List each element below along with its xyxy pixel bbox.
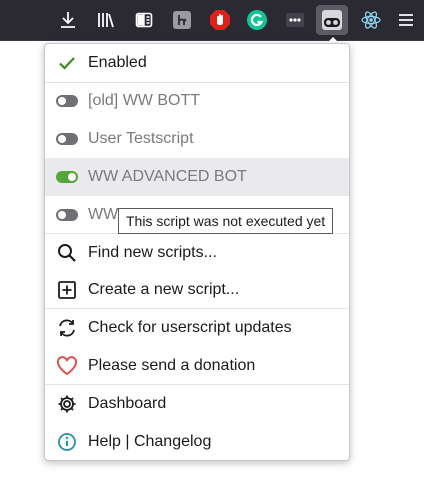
script-item-old-ww-bott[interactable]: [old] WW BOTT	[45, 82, 349, 120]
userscript-manager-icon[interactable]	[316, 5, 348, 35]
toggle-off-icon[interactable]	[55, 203, 79, 227]
script-label: User Testscript	[88, 130, 194, 147]
script-label: WW ADVANCED BOT	[88, 168, 247, 185]
dashboard-item[interactable]: Dashboard	[45, 385, 349, 423]
toggle-off-icon[interactable]	[55, 127, 79, 151]
userscript-menu-panel: Enabled [old] WW BOTT User Testscript WW…	[44, 43, 350, 461]
enabled-label: Enabled	[88, 54, 147, 71]
grammarly-icon[interactable]	[243, 6, 271, 34]
script-item-ww-advanced-bot[interactable]: WW ADVANCED BOT	[45, 158, 349, 196]
script-label: [old] WW BOTT	[88, 92, 200, 109]
plus-box-icon	[55, 278, 79, 302]
library-icon[interactable]	[92, 6, 120, 34]
more-dots-icon[interactable]	[281, 6, 309, 34]
toggle-on-icon[interactable]	[55, 165, 79, 189]
browser-toolbar	[0, 0, 424, 40]
reader-view-icon[interactable]	[130, 6, 158, 34]
script-item-user-testscript[interactable]: User Testscript	[45, 120, 349, 158]
help-changelog-item[interactable]: Help | Changelog	[45, 423, 349, 461]
script-label: WW	[88, 206, 119, 223]
checkmark-icon	[55, 51, 79, 75]
check-updates-item[interactable]: Check for userscript updates	[45, 309, 349, 347]
find-new-scripts-item[interactable]: Find new scripts...	[45, 234, 349, 272]
heart-icon	[55, 354, 79, 378]
react-devtools-icon[interactable]	[357, 6, 385, 34]
enabled-toggle-item[interactable]: Enabled	[45, 44, 349, 82]
refresh-icon	[55, 316, 79, 340]
gear-icon	[55, 392, 79, 416]
create-script-label: Create a new script...	[88, 281, 240, 298]
toggle-off-icon[interactable]	[55, 89, 79, 113]
script-tooltip: This script was not executed yet	[118, 208, 334, 234]
extension-h-icon[interactable]	[168, 6, 196, 34]
donation-item[interactable]: Please send a donation	[45, 347, 349, 385]
create-new-script-item[interactable]: Create a new script...	[45, 271, 349, 309]
download-icon[interactable]	[54, 6, 82, 34]
check-updates-label: Check for userscript updates	[88, 319, 292, 336]
search-icon	[55, 241, 79, 265]
info-icon	[55, 430, 79, 454]
ublock-icon[interactable]	[206, 6, 234, 34]
help-label: Help | Changelog	[88, 433, 212, 450]
dashboard-label: Dashboard	[88, 395, 167, 412]
donation-label: Please send a donation	[88, 357, 256, 374]
hamburger-menu-icon[interactable]	[392, 6, 420, 34]
find-scripts-label: Find new scripts...	[88, 244, 217, 261]
